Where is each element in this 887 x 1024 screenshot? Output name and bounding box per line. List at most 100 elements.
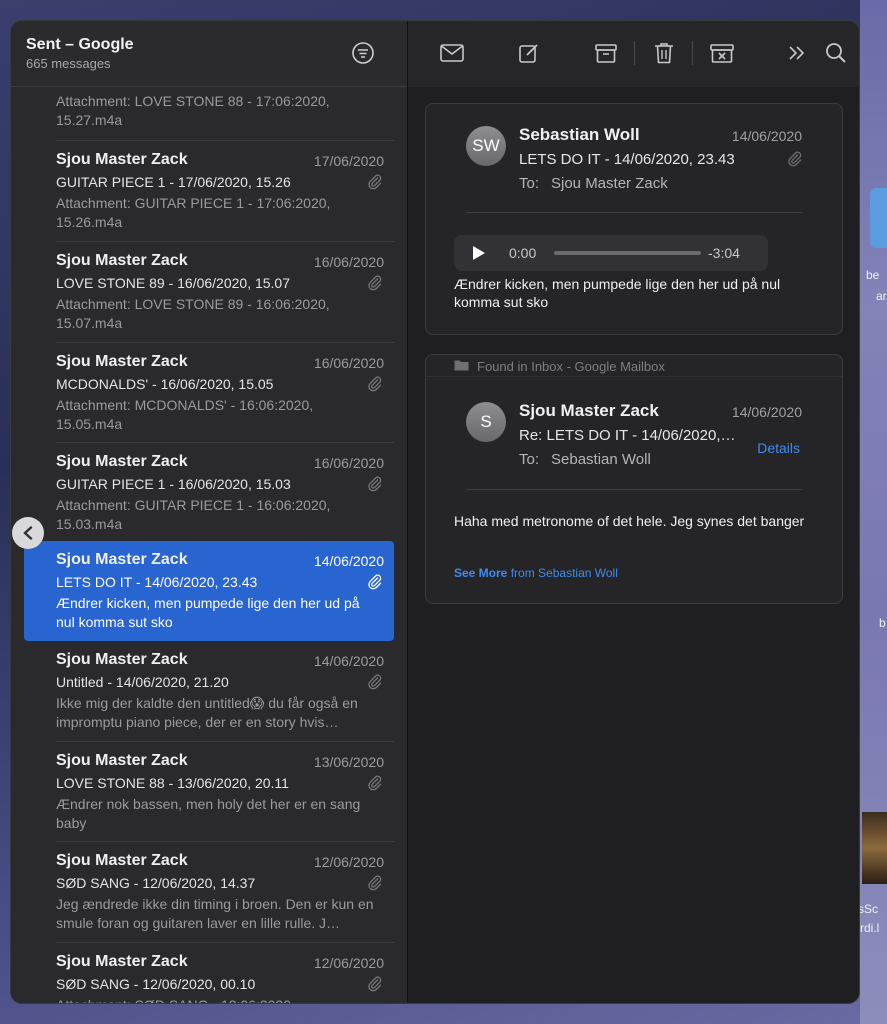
folder-icon (454, 359, 469, 374)
list-item-selected[interactable]: Sjou Master Zack 14/06/2020 LETS DO IT -… (24, 541, 394, 641)
message-date: 14/06/2020 (731, 128, 802, 144)
message-date: 17/06/2020 (313, 153, 384, 169)
message-sender: Sjou Master Zack (56, 453, 188, 470)
message-subject: LETS DO IT - 14/06/2020, 23.43 (519, 151, 735, 168)
list-item[interactable]: Sjou Master Zack 17/06/2020 GUITAR PIECE… (24, 141, 394, 242)
chevron-left-icon (23, 526, 33, 540)
message-subject: LOVE STONE 88 - 13/06/2020, 20.11 (56, 775, 289, 791)
message-preview: Ændrer nok bassen, men holy det her er e… (56, 796, 361, 831)
message-subject: LETS DO IT - 14/06/2020, 23.43 (56, 574, 258, 590)
trash-icon[interactable] (650, 39, 678, 67)
message-sender: Sjou Master Zack (56, 852, 188, 869)
message-date: 16/06/2020 (313, 355, 384, 371)
audio-remaining: -3:04 (708, 245, 740, 261)
audio-elapsed: 0:00 (509, 245, 537, 261)
see-more-from: from Sebastian Woll (510, 566, 618, 580)
message-subject: SØD SANG - 12/06/2020, 00.10 (56, 976, 256, 992)
paperclip-icon (368, 376, 382, 392)
message-body: Haha med metronome of det hele. Jeg syne… (454, 513, 805, 529)
details-link[interactable]: Details (757, 440, 800, 456)
message-preview: Attachment: GUITAR PIECE 1 - 17:06:2020,… (56, 195, 331, 230)
recipient[interactable]: Sjou Master Zack (551, 175, 668, 192)
found-in-text: Found in Inbox - Google Mailbox (477, 359, 665, 374)
toolbar-divider (634, 41, 635, 65)
paperclip-icon (788, 151, 802, 172)
desktop-file-thumbnail[interactable] (862, 812, 887, 884)
message-sender: Sjou Master Zack (56, 953, 188, 970)
sender-name: Sjou Master Zack (519, 401, 659, 420)
message-list: Attachment: LOVE STONE 88 - 17:06:2020, … (11, 87, 408, 1003)
divider (466, 212, 802, 213)
message-sender: Sjou Master Zack (56, 752, 188, 769)
list-item[interactable]: Attachment: LOVE STONE 88 - 17:06:2020, … (24, 87, 394, 141)
paperclip-icon (368, 174, 382, 190)
audio-progress-track[interactable] (554, 251, 701, 255)
junk-icon[interactable] (708, 39, 736, 67)
compose-icon[interactable] (515, 39, 543, 67)
desktop-folder-icon[interactable] (870, 188, 887, 248)
found-in-banner: Found in Inbox - Google Mailbox (426, 355, 842, 377)
paperclip-icon (368, 875, 382, 891)
divider (466, 489, 802, 490)
message-list-pane: Sent – Google 665 messages Attachment: L… (11, 21, 408, 1003)
avatar: S (466, 402, 506, 442)
envelope-icon[interactable] (438, 39, 466, 67)
audio-player: 0:00 -3:04 (454, 235, 768, 271)
filter-icon[interactable] (351, 41, 375, 65)
message-sender: Sjou Master Zack (56, 252, 188, 269)
message-card-reply: Found in Inbox - Google Mailbox S Sjou M… (425, 354, 843, 604)
play-icon[interactable] (472, 245, 486, 266)
message-date: 12/06/2020 (313, 854, 384, 870)
message-date: 13/06/2020 (313, 754, 384, 770)
paperclip-icon (368, 976, 382, 992)
paperclip-icon (368, 476, 382, 492)
desktop-label: b (879, 616, 886, 630)
message-preview: Ændrer kicken, men pumpede lige den her … (56, 595, 360, 630)
mail-window: Sent – Google 665 messages Attachment: L… (10, 20, 860, 1004)
list-item[interactable]: Sjou Master Zack 16/06/2020 MCDONALDS' -… (24, 343, 394, 443)
sender-name: Sebastian Woll (519, 125, 640, 144)
chevron-double-right-icon[interactable] (783, 39, 811, 67)
avatar: SW (466, 126, 506, 166)
message-count: 665 messages (26, 56, 111, 71)
message-date: 12/06/2020 (313, 955, 384, 971)
see-more-link[interactable]: See More (454, 566, 507, 580)
recipient[interactable]: Sebastian Woll (551, 451, 651, 468)
list-item[interactable]: Sjou Master Zack 12/06/2020 SØD SANG - 1… (24, 842, 394, 943)
message-date: 14/06/2020 (313, 553, 384, 569)
desktop-label: rdi.l (860, 921, 880, 935)
archive-icon[interactable] (592, 39, 620, 67)
message-subject: Untitled - 14/06/2020, 21.20 (56, 674, 229, 690)
to-label: To: (519, 451, 540, 468)
message-sender: Sjou Master Zack (56, 151, 188, 168)
message-preview: Ikke mig der kaldte den untitled😱 du får… (56, 695, 358, 730)
message-subject: GUITAR PIECE 1 - 16/06/2020, 15.03 (56, 476, 291, 492)
paperclip-icon (368, 775, 382, 791)
see-more-line[interactable]: See More from Sebastian Woll (454, 566, 618, 580)
search-icon[interactable] (822, 39, 850, 67)
paperclip-icon (368, 574, 382, 590)
paperclip-icon (368, 275, 382, 291)
list-item[interactable]: Sjou Master Zack 14/06/2020 Untitled - 1… (24, 641, 394, 742)
message-preview: Attachment: LOVE STONE 89 - 16:06:2020, … (56, 296, 330, 331)
message-preview: Attachment: MCDONALDS' - 16:06:2020, 15.… (56, 397, 314, 432)
message-preview: Attachment: SØD SANG - 12:06:2020, (56, 996, 381, 1003)
message-date: 16/06/2020 (313, 254, 384, 270)
message-preview: Attachment: GUITAR PIECE 1 - 16:06:2020,… (56, 497, 331, 532)
to-label: To: (519, 175, 540, 192)
desktop-label: ar (876, 289, 887, 303)
desktop-label: be (866, 268, 880, 282)
message-sender: Sjou Master Zack (56, 353, 188, 370)
paperclip-icon (368, 674, 382, 690)
list-item[interactable]: Sjou Master Zack 12/06/2020 SØD SANG - 1… (24, 943, 394, 1003)
message-card-sent: SW Sebastian Woll 14/06/2020 LETS DO IT … (425, 103, 843, 335)
list-item[interactable]: Sjou Master Zack 16/06/2020 LOVE STONE 8… (24, 242, 394, 343)
list-item[interactable]: Sjou Master Zack 16/06/2020 GUITAR PIECE… (24, 443, 394, 541)
toolbar (408, 21, 859, 87)
message-subject: Re: LETS DO IT - 14/06/2020,… (519, 427, 736, 444)
message-preview: Attachment: LOVE STONE 88 - 17:06:2020, … (56, 93, 330, 128)
message-subject: GUITAR PIECE 1 - 17/06/2020, 15.26 (56, 174, 291, 190)
back-button[interactable] (12, 517, 44, 549)
list-item[interactable]: Sjou Master Zack 13/06/2020 LOVE STONE 8… (24, 742, 394, 842)
mailbox-title: Sent – Google (26, 36, 134, 53)
